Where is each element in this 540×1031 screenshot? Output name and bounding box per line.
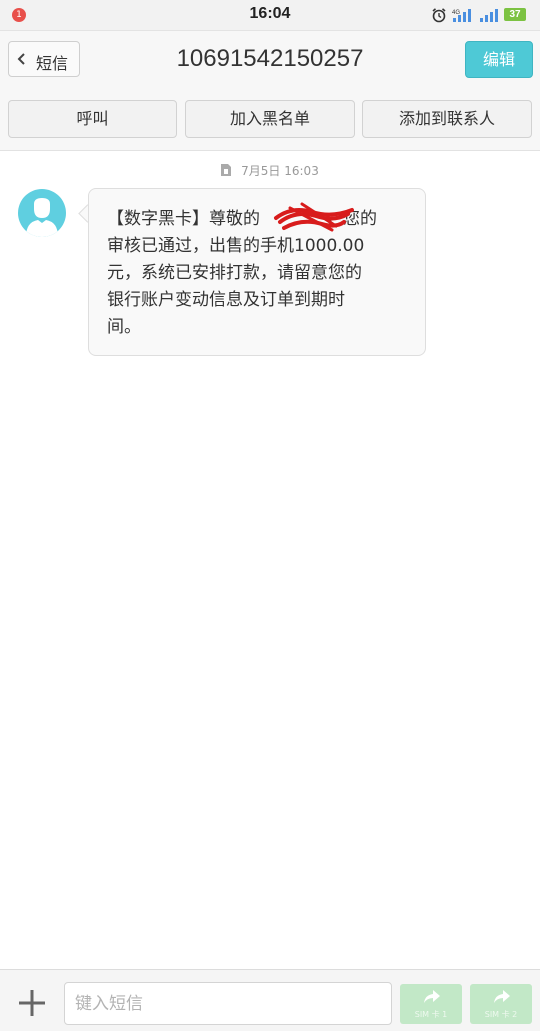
chevron-left-icon xyxy=(17,53,25,65)
conversation-header: 短信 10691542150257 编辑 xyxy=(0,31,540,90)
alarm-icon xyxy=(432,8,446,23)
action-bar: 呼叫 加入黑名单 添加到联系人 xyxy=(0,90,540,151)
send-sim2-button[interactable]: SIM 卡 2 xyxy=(470,984,532,1024)
redaction-scribble xyxy=(274,202,354,232)
message-line: 审核已通过，出售的手机1000.00 xyxy=(107,236,365,256)
call-button[interactable]: 呼叫 xyxy=(8,100,177,138)
avatar[interactable] xyxy=(18,189,66,237)
edit-button[interactable]: 编辑 xyxy=(465,41,533,78)
plus-icon[interactable] xyxy=(19,990,45,1016)
back-button[interactable]: 短信 xyxy=(8,41,80,77)
message-line: 元，系统已安排打款，请留意您的 xyxy=(107,263,362,283)
send-sim1-label: SIM 卡 1 xyxy=(414,1010,448,1019)
forward-arrow-icon xyxy=(424,990,440,1003)
add-to-blacklist-button[interactable]: 加入黑名单 xyxy=(185,100,355,138)
message-input[interactable] xyxy=(64,982,392,1025)
message-text: 【数字黑卡】尊敬的 xyxy=(107,209,260,229)
forward-arrow-icon xyxy=(494,990,510,1003)
contact-number-title: 10691542150257 xyxy=(176,45,364,72)
composer-bar: SIM 卡 1 SIM 卡 2 xyxy=(0,969,540,1031)
send-sim2-label: SIM 卡 2 xyxy=(484,1010,518,1019)
battery-level: 37 xyxy=(504,8,526,21)
status-bar: 1 16:04 4G 37 xyxy=(0,0,540,31)
message-line: 银行账户变动信息及订单到期时 xyxy=(107,290,345,310)
back-button-label: 短信 xyxy=(36,54,69,73)
send-sim1-button[interactable]: SIM 卡 1 xyxy=(400,984,462,1024)
person-icon xyxy=(26,198,58,237)
message-bubble[interactable]: 【数字黑卡】尊敬的 ，您的 审核已通过，出售的手机1000.00 元，系统已安排打… xyxy=(88,188,426,356)
network-type: 4G xyxy=(452,10,460,16)
signal-4g-icon: 4G xyxy=(452,9,471,22)
message-line: 【数字黑卡】尊敬的 ，您的 xyxy=(107,206,407,233)
timestamp-text: 7月5日 16:03 xyxy=(241,164,319,178)
message-timestamp: 7月5日 16:03 xyxy=(0,162,540,179)
sim-card-icon xyxy=(221,164,232,176)
message-line: 间。 xyxy=(107,317,141,337)
signal-icon xyxy=(480,9,498,22)
add-to-contacts-button[interactable]: 添加到联系人 xyxy=(362,100,532,138)
